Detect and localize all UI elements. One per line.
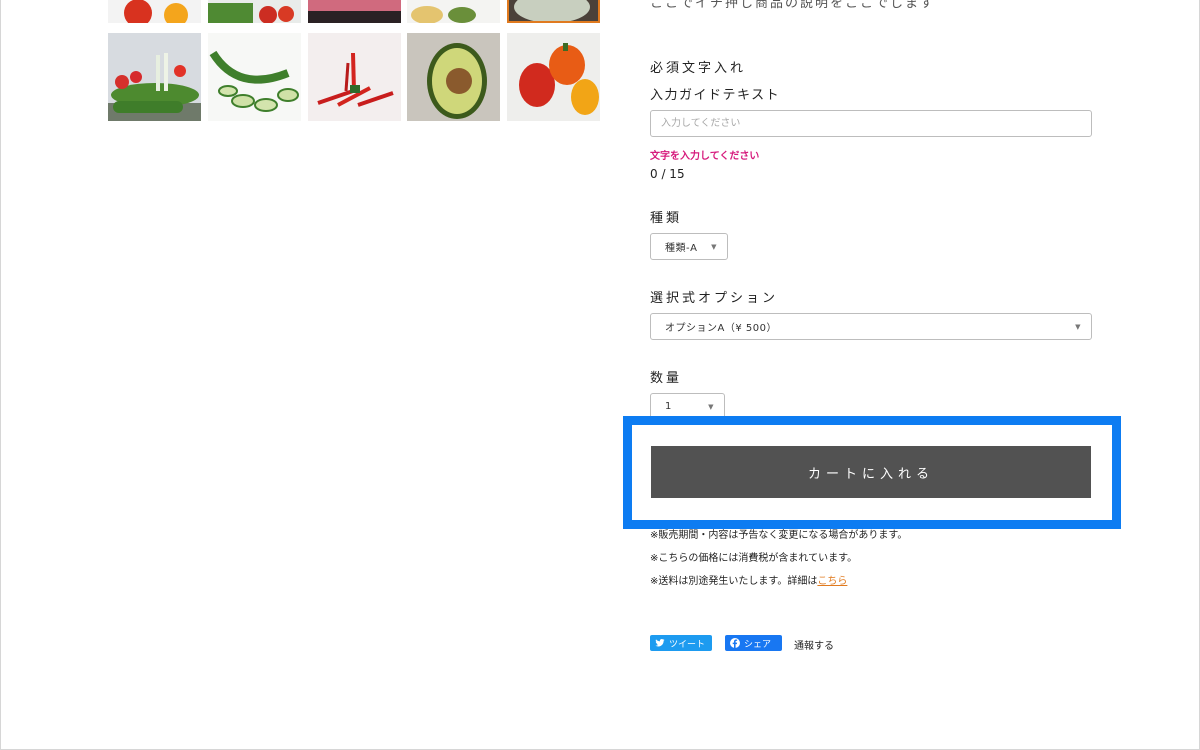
input-guide-label: 入力ガイドテキスト [650,88,781,103]
vegetable-platter-thumb[interactable] [108,33,201,121]
sunset-top-thumb[interactable] [308,0,401,23]
sliced-cucumber-thumb[interactable] [208,33,301,121]
bell-peppers-thumb[interactable] [507,33,600,121]
facebook-icon [730,638,740,648]
required-text-label: 必須文字入れ [650,61,747,76]
shipping-details-link[interactable]: こちら [817,576,847,587]
option-select[interactable]: オプションA（¥ 500） ▼ [650,313,1092,340]
type-select-value: 種類-A [665,243,698,254]
note-shipping-text: ※送料は別途発生いたします。詳細は [650,576,818,587]
type-label: 種類 [650,211,683,226]
share-label: シェア [744,639,772,650]
quantity-label: 数量 [650,371,683,386]
note-shipping: ※送料は別途発生いたします。詳細はこちら [650,572,847,587]
tomato-pepper-top-thumb[interactable] [108,0,201,23]
chevron-down-icon: ▼ [1075,323,1081,331]
quantity-select-value: 1 [665,401,672,412]
greens-tomato-top-thumb[interactable] [208,0,301,23]
product-description: ここでイチ押し商品の説明をここでします [650,0,936,11]
option-label: 選択式オプション [650,291,779,306]
validation-error-message: 文字を入力してください [650,151,760,162]
custom-text-input[interactable] [650,110,1092,137]
potato-top-thumb[interactable] [407,0,500,23]
tweet-label: ツイート [669,639,706,650]
chevron-down-icon: ▼ [708,403,714,411]
note-tax-included: ※こちらの価格には消費税が含まれています。 [650,553,858,564]
chevron-down-icon: ▼ [711,243,717,251]
cabbage-top-thumb[interactable] [507,0,600,23]
highlight-box [623,416,1121,529]
facebook-share-button[interactable]: シェア [725,635,782,651]
option-select-value: オプションA（¥ 500） [665,323,777,334]
report-link[interactable]: 通報する [794,637,834,652]
type-select[interactable]: 種類-A ▼ [650,233,728,260]
twitter-icon [655,638,665,648]
char-counter: 0 / 15 [650,167,685,181]
tweet-button[interactable]: ツイート [650,635,712,651]
red-chili-thumb[interactable] [308,33,401,121]
avocado-thumb[interactable] [407,33,500,121]
